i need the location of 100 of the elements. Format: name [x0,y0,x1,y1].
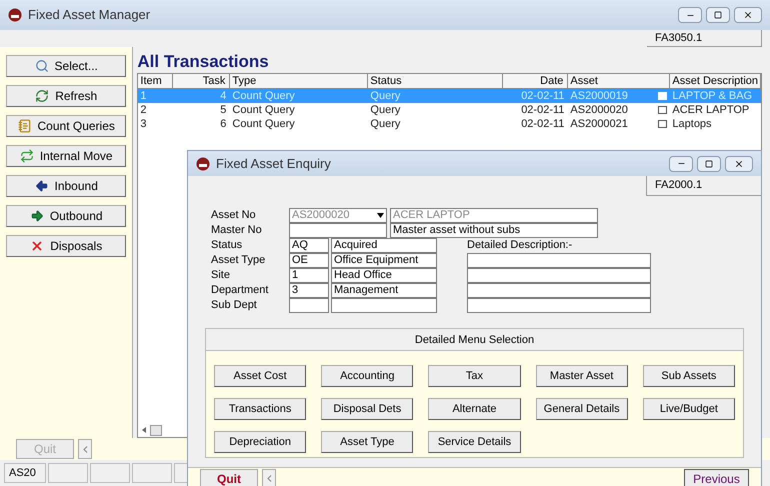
code-field[interactable]: 1 [289,268,329,283]
table-cell-text: Count Query [231,117,296,131]
table-cell-text: Query [369,117,402,131]
table-cell-text: ACER LAPTOP [671,103,750,117]
description-line-field[interactable] [467,268,651,283]
notebook-icon [18,119,32,133]
table-cell-text: 5 [219,103,228,117]
maximize-icon [714,11,722,19]
maximize-icon [705,160,713,168]
quit-button[interactable]: Quit [200,468,258,486]
menu-button[interactable]: Asset Type [321,431,414,453]
status-cell [90,462,130,482]
description-line-field[interactable] [467,298,651,313]
field-label: Sub Dept [211,298,258,313]
asset-description-field: ACER LAPTOP [390,208,598,223]
menu-button[interactable]: Accounting [321,365,414,387]
column-header[interactable]: Asset Description [670,74,761,88]
menu-button[interactable]: Asset Cost [214,365,306,387]
sidebar-button[interactable]: Disposals [6,235,126,257]
menu-button[interactable]: Depreciation [214,431,306,453]
table-cell-text: 4 [219,89,228,103]
sidebar-button[interactable]: Outbound [6,205,126,227]
scroll-left-icon[interactable] [142,427,146,433]
form-code: FA2000.1 [646,176,761,196]
arrows-icon [20,149,34,163]
table-cell-text: 6 [219,117,228,131]
window-title: Fixed Asset Enquiry [216,154,331,173]
app-logo-icon [196,156,210,170]
chevron-left-icon [266,475,272,482]
code-field[interactable]: AQ [289,238,329,253]
sidebar-button[interactable]: Refresh [6,85,126,107]
column-header[interactable]: Asset [568,74,670,88]
status-cell [132,462,172,482]
asset-no-dropdown[interactable]: AS2000020 [289,208,387,223]
sidebar-button[interactable]: Inbound [6,175,126,197]
detailed-description-label: Detailed Description:- [467,238,574,253]
column-header[interactable]: Item [138,74,174,88]
menu-button[interactable]: General Details [536,398,628,420]
code-field[interactable]: OE [289,253,329,268]
description-line-field[interactable] [467,283,651,298]
code-field[interactable]: 3 [289,283,329,298]
table-cell-text: Query [369,103,402,117]
column-header[interactable]: Type [230,74,368,88]
table-row[interactable]: 2 5 Count Query Query 02-02-11 AS2000020 ACER LAPTOP [138,103,761,117]
field-label: Asset No [211,208,257,223]
right-arrow-icon [30,209,44,223]
menu-button[interactable]: Service Details [428,431,521,453]
column-header[interactable]: Date [503,74,568,88]
field-label: Master No [211,223,263,238]
scroll-left-button[interactable] [262,468,276,486]
value-field: Head Office [331,268,437,283]
field-label: Site [211,268,231,283]
status-cell: AS20 [4,462,46,482]
menu-button[interactable]: Sub Assets [642,365,735,387]
menu-button[interactable]: Tax [428,365,521,387]
table-cell-text: 02-02-11 [520,117,566,131]
refresh-icon [35,89,50,103]
column-header[interactable]: Task [173,74,230,88]
table-cell-text: AS2000021 [569,117,629,131]
dropdown-arrow-icon [377,213,384,218]
table-row[interactable]: 3 6 Count Query Query 02-02-11 AS2000021 Laptops [138,117,761,131]
field-label: Department [211,283,270,298]
menu-button[interactable]: Transactions [214,398,306,420]
master-description-field: Master asset without subs [390,223,598,238]
chevron-left-icon [82,446,88,452]
menu-title: Detailed Menu Selection [206,329,743,351]
menu-button[interactable]: Live/Budget [642,398,735,420]
table-cell-text: 2 [139,103,148,117]
sidebar-button[interactable]: Count Queries [6,115,126,137]
maximize-button[interactable] [697,156,721,172]
value-field: Management [331,283,437,298]
close-icon [30,239,44,253]
table-cell-text: 3 [139,117,148,131]
app-logo-icon [8,8,22,22]
scroll-left-button[interactable] [78,439,92,459]
menu-button[interactable]: Master Asset [536,365,628,387]
table-cell-text: LAPTOP & BAG [671,89,754,103]
menu-button[interactable]: Disposal Dets [321,398,414,420]
table-cell-text: AS2000020 [569,103,629,117]
search-icon [34,59,49,73]
master-no-field[interactable] [289,223,387,238]
window-title: Fixed Asset Manager [28,6,150,24]
menu-button[interactable]: Alternate [428,398,521,420]
page-heading: All Transactions [137,51,270,73]
table-cell-text: Count Query [231,89,296,103]
table-cell-text: Count Query [231,103,296,117]
scrollbar-thumb[interactable] [150,424,162,436]
column-header[interactable]: Status [368,74,504,88]
table-cell-text: 02-02-11 [520,89,566,103]
table-cell-text: Query [369,89,402,103]
close-button[interactable] [734,7,762,23]
status-cell [48,462,88,482]
previous-button[interactable]: Previous [684,468,749,486]
description-line-field[interactable] [467,253,651,268]
maximize-button[interactable] [706,7,730,23]
sidebar-button[interactable]: Internal Move [6,145,126,167]
code-field[interactable] [289,298,329,313]
sidebar-button[interactable]: Select... [6,55,126,77]
close-icon [734,158,744,168]
close-button[interactable] [725,156,753,172]
